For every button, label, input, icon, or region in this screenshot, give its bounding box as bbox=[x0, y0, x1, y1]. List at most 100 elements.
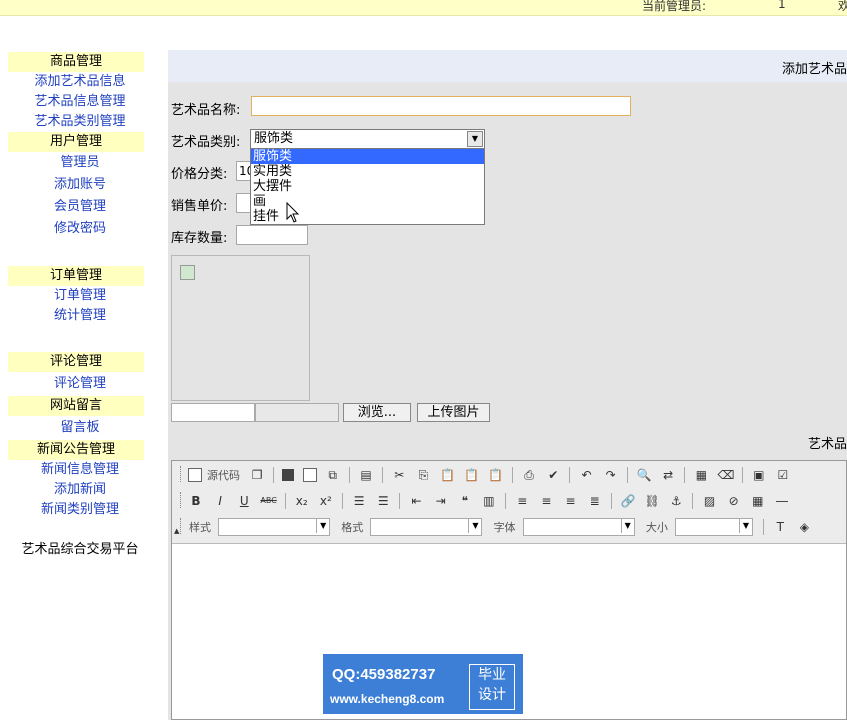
sidebar-link-comments[interactable]: 评论管理 bbox=[0, 372, 160, 396]
table-icon[interactable]: ▦ bbox=[750, 493, 766, 509]
chevron-down-icon[interactable]: ▼ bbox=[468, 519, 481, 533]
italic-icon[interactable]: I bbox=[212, 493, 228, 509]
underline-icon[interactable]: U bbox=[236, 493, 252, 509]
preview-icon[interactable]: ❐ bbox=[249, 467, 265, 483]
bold-icon[interactable]: B bbox=[188, 493, 204, 509]
subscript-icon[interactable]: x₂ bbox=[294, 493, 310, 509]
horizontal-rule-icon[interactable]: ― bbox=[774, 493, 790, 509]
stock-label: 库存数量: bbox=[171, 231, 228, 246]
select-all-icon[interactable]: ▦ bbox=[693, 467, 709, 483]
redo-icon[interactable]: ↷ bbox=[603, 467, 619, 483]
sidebar-link-add-account[interactable]: 添加账号 bbox=[0, 174, 160, 196]
flash-icon[interactable]: ⊘ bbox=[726, 493, 742, 509]
print-preview-icon[interactable]: ⧉ bbox=[325, 467, 341, 483]
toolbar-row-3: 样式 ▼ 格式 ▼ 字体 ▼ 大小 ▼ T ◈ bbox=[186, 516, 814, 538]
collapse-toolbar-icon[interactable]: ▲ bbox=[174, 527, 179, 535]
replace-icon[interactable]: ⇄ bbox=[660, 467, 676, 483]
save-icon[interactable] bbox=[282, 469, 295, 481]
sidebar-section-news: 新闻公告管理 bbox=[8, 440, 144, 460]
image-icon[interactable]: ▨ bbox=[702, 493, 718, 509]
indent-icon[interactable]: ⇥ bbox=[433, 493, 449, 509]
find-icon[interactable]: 🔍 bbox=[636, 467, 652, 483]
category-select[interactable]: 服饰类 ▼ bbox=[250, 129, 485, 149]
category-option-practical[interactable]: 实用类 bbox=[251, 164, 484, 179]
sidebar-link-artwork-manage[interactable]: 艺术品信息管理 bbox=[0, 92, 160, 112]
category-option-clothing[interactable]: 服饰类 bbox=[251, 149, 484, 164]
superscript-icon[interactable]: x² bbox=[318, 493, 334, 509]
unit-price-label: 销售单价: bbox=[171, 199, 228, 214]
sidebar-link-add-artwork[interactable]: 添加艺术品信息 bbox=[0, 72, 160, 92]
bullet-list-icon[interactable]: ☰ bbox=[375, 493, 391, 509]
upload-image-button[interactable]: 上传图片 bbox=[417, 403, 490, 422]
artwork-category-label: 艺术品类别: bbox=[171, 135, 241, 150]
sidebar: 商品管理 添加艺术品信息 艺术品信息管理 艺术品类别管理 用户管理 管理员 添加… bbox=[0, 52, 160, 557]
anchor-icon[interactable]: ⚓ bbox=[668, 493, 684, 509]
align-right-icon[interactable]: ≡ bbox=[563, 493, 579, 509]
browse-button[interactable]: 浏览... bbox=[343, 403, 411, 422]
unlink-icon[interactable]: ⛓ bbox=[644, 493, 660, 509]
numbered-list-icon[interactable]: ☰ bbox=[351, 493, 367, 509]
sidebar-link-news-manage[interactable]: 新闻信息管理 bbox=[0, 460, 160, 480]
file-path-field[interactable] bbox=[171, 403, 255, 422]
format-label: 格式 bbox=[341, 521, 364, 534]
sidebar-link-news-category[interactable]: 新闻类别管理 bbox=[0, 500, 160, 520]
paste-icon[interactable]: 📋 bbox=[440, 467, 456, 483]
sidebar-link-members[interactable]: 会员管理 bbox=[0, 196, 160, 218]
cut-icon[interactable]: ✂ bbox=[391, 467, 407, 483]
print-icon[interactable]: ⎙ bbox=[521, 467, 537, 483]
category-select-value: 服饰类 bbox=[254, 131, 294, 146]
watermark-badge-line1: 毕业 bbox=[478, 667, 506, 683]
sidebar-link-orders[interactable]: 订单管理 bbox=[0, 286, 160, 306]
source-code-button[interactable]: 源代码 bbox=[207, 467, 240, 483]
artwork-name-input[interactable] bbox=[251, 96, 631, 116]
stock-input[interactable] bbox=[236, 225, 308, 245]
remove-format-icon[interactable]: ⌫ bbox=[718, 467, 735, 483]
div-container-icon[interactable]: ▥ bbox=[481, 493, 497, 509]
size-select[interactable]: ▼ bbox=[674, 518, 753, 536]
toolbar-row-2: B I U ABC x₂ x² ☰ ☰ ⇤ ⇥ ❝ ▥ ≡ ≡ ≡ ≣ 🔗 ⛓ … bbox=[186, 490, 792, 512]
font-select[interactable]: ▼ bbox=[522, 518, 635, 536]
main-panel: 添加艺术品 艺术品名称: 艺术品类别: 价格分类: 10 销售单价: 库存数量:… bbox=[168, 50, 847, 720]
outdent-icon[interactable]: ⇤ bbox=[409, 493, 425, 509]
template-icon[interactable]: ▤ bbox=[358, 467, 374, 483]
format-select[interactable]: ▼ bbox=[370, 518, 483, 536]
background-color-icon[interactable]: ◈ bbox=[796, 519, 812, 535]
chevron-down-icon[interactable]: ▼ bbox=[316, 519, 329, 533]
source-code-icon[interactable] bbox=[188, 468, 202, 482]
chevron-down-icon[interactable]: ▼ bbox=[467, 131, 483, 147]
watermark-badge-line2: 设计 bbox=[478, 687, 506, 703]
new-page-icon[interactable] bbox=[302, 468, 317, 482]
paste-text-icon[interactable]: 📋 bbox=[464, 467, 480, 483]
watermark-badge: 毕业 设计 bbox=[469, 664, 515, 710]
align-left-icon[interactable]: ≡ bbox=[514, 493, 530, 509]
sidebar-link-add-news[interactable]: 添加新闻 bbox=[0, 480, 160, 500]
chevron-down-icon[interactable]: ▼ bbox=[738, 519, 752, 533]
justify-icon[interactable]: ≣ bbox=[587, 493, 603, 509]
style-label: 样式 bbox=[189, 521, 211, 534]
sidebar-link-statistics[interactable]: 统计管理 bbox=[0, 306, 160, 326]
sidebar-section-goods: 商品管理 bbox=[8, 52, 144, 72]
checkbox-icon[interactable]: ☑ bbox=[775, 467, 791, 483]
sidebar-link-message-board[interactable]: 留言板 bbox=[0, 416, 160, 440]
chevron-down-icon[interactable]: ▼ bbox=[620, 519, 634, 533]
copy-icon[interactable]: ⎘ bbox=[415, 467, 431, 483]
undo-icon[interactable]: ↶ bbox=[579, 467, 595, 483]
sidebar-link-category-manage[interactable]: 艺术品类别管理 bbox=[0, 112, 160, 132]
sidebar-link-change-password[interactable]: 修改密码 bbox=[0, 218, 160, 240]
form-icon[interactable]: ▣ bbox=[751, 467, 767, 483]
paste-word-icon[interactable]: 📋 bbox=[488, 467, 504, 483]
page-header: 添加艺术品 bbox=[168, 50, 847, 82]
spellcheck-icon[interactable]: ✔ bbox=[545, 467, 561, 483]
file-path-field-secondary[interactable] bbox=[255, 403, 339, 422]
size-label: 大小 bbox=[645, 521, 668, 534]
sidebar-link-admin[interactable]: 管理员 bbox=[0, 152, 160, 174]
category-option-ornament[interactable]: 大摆件 bbox=[251, 179, 484, 194]
link-icon[interactable]: 🔗 bbox=[620, 493, 636, 509]
blockquote-icon[interactable]: ❝ bbox=[457, 493, 473, 509]
style-select[interactable]: ▼ bbox=[218, 518, 331, 536]
align-center-icon[interactable]: ≡ bbox=[538, 493, 554, 509]
top-bar: 当前管理员: 1 欢 bbox=[0, 0, 847, 16]
sidebar-section-orders: 订单管理 bbox=[8, 266, 144, 286]
strikethrough-icon[interactable]: ABC bbox=[260, 493, 276, 509]
text-color-icon[interactable]: T bbox=[772, 519, 788, 535]
